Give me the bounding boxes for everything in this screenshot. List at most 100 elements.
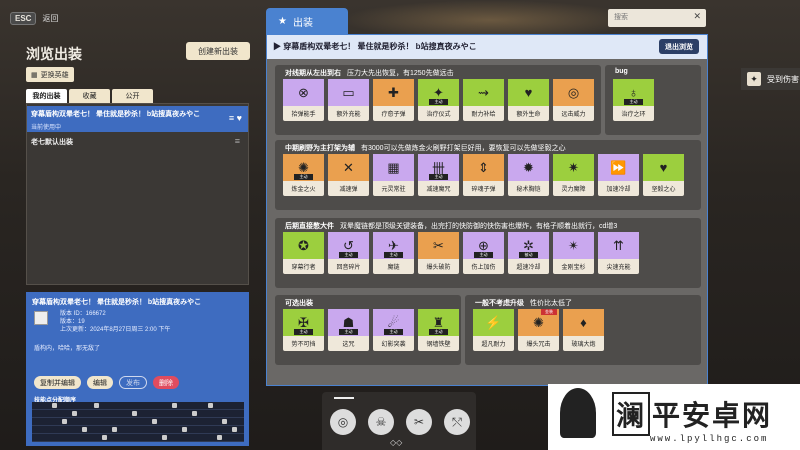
build-section: 一般不考虑升级 性价比太低了 ⚡ 超凡耐力 ✺ 金装 爆头冗击 ♦ 玻璃大炮 [465,295,701,365]
item-card[interactable]: ▦ 元灵常驻 [373,154,414,196]
active-badge: 主动 [339,329,358,335]
item-card[interactable]: ✹ 秘术胸铠 [508,154,549,196]
item-card[interactable]: ✷ 灵力魔障 [553,154,594,196]
item-card[interactable]: ✈ 主动 魔链 [373,232,414,274]
item-card[interactable]: ⇕ 碎魂子弹 [463,154,504,196]
item-card[interactable]: ♥ 额外生命 [508,79,549,121]
item-name: 坚毅之心 [651,187,676,193]
tab-public[interactable]: 公开 [112,89,153,103]
item-icon: ◎ [553,79,594,106]
item-card[interactable]: ✚ 疗愈子弹 [373,79,414,121]
item-icon: ✈ 主动 [373,232,414,259]
item-card[interactable]: ☄ 主动 幻影突袭 [373,309,414,351]
item-icon: ✷ [553,154,594,181]
item-name: 势不可挡 [291,342,316,348]
item-card[interactable]: 卌主动 减速魔咒 [418,154,459,196]
item-name: 拾弹能手 [291,112,316,118]
item-card[interactable]: ▭ 额外充能 [328,79,369,121]
item-card[interactable]: ⏩ 加速冷却 [598,154,639,196]
item-name: 减速魔咒 [426,187,451,193]
esc-back[interactable]: ESC 返回 [10,12,58,25]
item-card[interactable]: ✺ 主动 炼金之火 [283,154,324,196]
list-item[interactable]: 穿幕盾构双晕老七！ 晕住就是秒杀！ b站搜真夜みやこ 当前使用中 ≡ ♥ [27,106,248,132]
active-badge: 主动 [429,329,448,335]
skill-row [32,426,244,434]
switch-hero-button[interactable]: ▦ 更换英雄 [26,67,74,82]
exit-browse-button[interactable]: 退出浏览 [659,39,699,54]
section-title: bug [615,68,628,75]
item-card[interactable]: ✪ 穿幕行者 [283,232,324,274]
item-card[interactable]: ♥ 坚毅之心 [643,154,684,196]
item-card[interactable]: ✲ 被动 超速冷却 [508,232,549,274]
active-badge: 主动 [384,252,403,258]
item-icon: ▭ [328,79,369,106]
item-card[interactable]: ✕ 减速弹 [328,154,369,196]
list-item[interactable]: 老七默认出装 ≡ [27,134,248,150]
item-card[interactable]: ✦ 主动 治疗仪式 [418,79,459,121]
header-arrow-icon: ▶ [273,42,284,51]
item-icon: ⇕ [463,154,504,181]
copy-edit-button[interactable]: 复制并编辑 [34,376,81,389]
item-card[interactable]: ⇝ 耐力补给 [463,79,504,121]
item-name: 幻影突袭 [381,342,406,348]
item-card[interactable]: ♜ 主动 钢墙铁壁 [418,309,459,351]
tab-favorites[interactable]: 收藏 [69,89,110,103]
publish-button[interactable]: 发布 [119,376,147,389]
item-card[interactable]: ☗ 主动 这咒 [328,309,369,351]
hurt-icon: ✦ [747,72,761,86]
search-placeholder: 搜索 [614,14,628,21]
item-icon: ☗ 主动 [328,309,369,336]
version-id: 版本 ID：166672 [60,311,106,317]
item-card[interactable]: ✺ 金装 爆头冗击 [518,309,559,351]
tag-badge: 金装 [541,309,557,315]
item-icon: ⇝ [463,79,504,106]
item-name: 元灵常驻 [381,187,406,193]
settings-icon[interactable]: ◎ [330,409,356,435]
build-section: 对线期从左出到右 压力大先出恢复，有1250先做远击 ⊗ 拾弹能手 ▭ 额外充能 ✚ 疗愈子弹… [275,65,601,135]
item-card[interactable]: ✂ 爆头破防 [418,232,459,274]
section-title: 后期直接憋大件 双晕魔链都是顶级关键装备，出完打的快防御的快伤害也爆炸，有格子顺着… [285,223,618,230]
item-card[interactable]: ↺ 主动回音碎片 [328,232,369,274]
active-indicator [334,397,354,399]
item-name: 金刚宝杉 [561,265,586,271]
item-icon: 卌主动 [418,154,459,181]
item-name: 秘术胸铠 [516,187,541,193]
avatar [34,311,48,325]
item-card[interactable]: ⚡ 超凡耐力 [473,309,514,351]
item-card[interactable]: ♁ 主动 治疗之环 [613,79,654,121]
search-input[interactable]: 搜索 ✕ [608,9,706,27]
arrows-icon[interactable]: ⤲ [444,409,470,435]
heart-icon[interactable]: ≡ ♥ [229,113,242,123]
item-card[interactable]: ◎ 远击威力 [553,79,594,121]
build-header: ▶ 穿幕盾构双晕老七！ 晕住就是秒杀！ b站搜真夜みやこ 退出浏览 [267,35,707,59]
item-card[interactable]: ♦ 玻璃大炮 [563,309,604,351]
close-icon[interactable]: ✕ [693,11,701,22]
tab-build[interactable]: ★ 出装 [266,8,348,34]
item-name: 额外充能 [336,112,361,118]
item-name: 回音碎片 [336,265,361,271]
item-name: 额外生命 [516,112,541,118]
item-name: 灵力魔障 [561,187,586,193]
tab-my-builds[interactable]: 我的出装 [26,89,67,103]
item-name: 炼金之火 [291,187,316,193]
skull-icon[interactable]: ☠ [368,409,394,435]
item-cards: ♁ 主动 治疗之环 [613,79,654,121]
item-icon: ✂ [418,232,459,259]
delete-button[interactable]: 删除 [153,376,179,389]
item-card[interactable]: ✴ 金刚宝杉 [553,232,594,274]
item-card[interactable]: ⊕ 主动 伤上加伤 [463,232,504,274]
item-icon: ↺ 主动 [328,232,369,259]
list-item-status: 当前使用中 [31,125,62,131]
item-name: 玻璃大炮 [571,342,596,348]
item-name: 减速弹 [339,187,358,193]
item-card[interactable]: ⇈ 尖速充能 [598,232,639,274]
create-build-button[interactable]: 创建新出装 [186,42,250,60]
damage-taken-button[interactable]: ✦ 受到伤害 [741,68,800,90]
item-icon: ✪ [283,232,324,259]
item-card[interactable]: ✠ 主动 势不可挡 [283,309,324,351]
menu-icon[interactable]: ≡ [235,136,240,146]
wrench-icon[interactable]: ✂ [406,409,432,435]
item-card[interactable]: ⊗ 拾弹能手 [283,79,324,121]
edit-button[interactable]: 编辑 [87,376,113,389]
version: 版本：19 [60,319,85,325]
